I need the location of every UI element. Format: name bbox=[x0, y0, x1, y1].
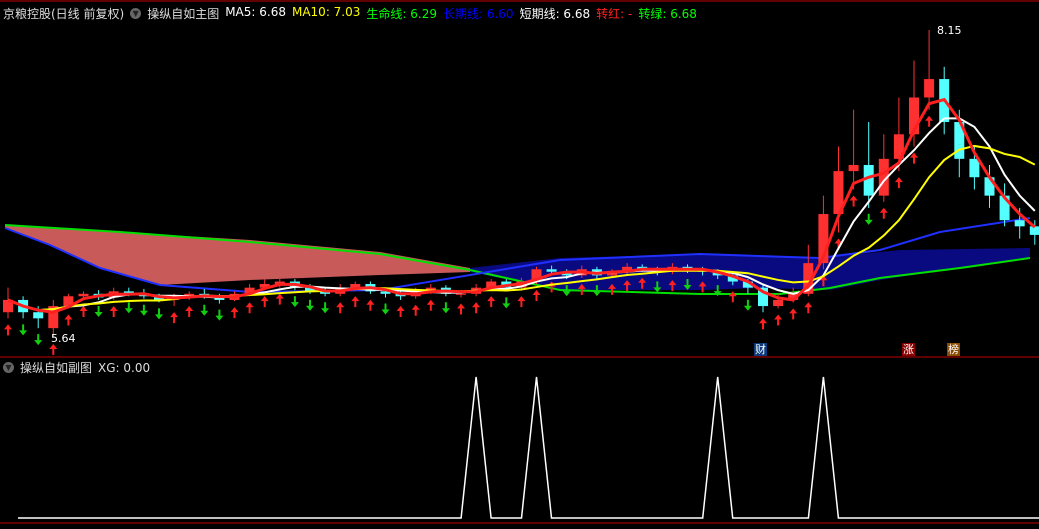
buy-arrow-icon bbox=[4, 324, 12, 336]
buy-arrow-icon bbox=[426, 299, 435, 311]
high-price-label: 8.15 bbox=[937, 24, 962, 37]
sell-arrow-icon bbox=[864, 213, 873, 225]
buy-arrow-icon bbox=[849, 195, 858, 207]
buy-arrow-icon bbox=[396, 305, 405, 317]
sell-arrow-icon bbox=[94, 305, 103, 317]
red-band bbox=[5, 225, 470, 285]
buy-arrow-icon bbox=[336, 302, 345, 314]
candle-body[interactable] bbox=[848, 164, 859, 172]
buy-arrow-icon bbox=[789, 308, 798, 320]
candle-body[interactable] bbox=[78, 293, 89, 297]
candle-body[interactable] bbox=[546, 269, 557, 272]
candle-body[interactable] bbox=[773, 299, 784, 307]
buy-arrow-icon bbox=[728, 291, 737, 303]
buy-arrow-icon bbox=[245, 302, 254, 314]
limit-up-marker[interactable]: 涨 bbox=[902, 343, 915, 356]
buy-arrow-icon bbox=[170, 312, 179, 324]
buy-arrow-icon bbox=[759, 318, 767, 330]
buy-arrow-icon bbox=[64, 314, 73, 326]
buy-arrow-icon bbox=[894, 177, 903, 189]
candle-body[interactable] bbox=[456, 293, 466, 295]
buy-arrow-icon bbox=[804, 302, 813, 314]
candle-body[interactable] bbox=[863, 164, 874, 196]
buy-arrow-icon bbox=[366, 299, 375, 311]
sell-arrow-icon bbox=[321, 302, 330, 314]
sell-arrow-icon bbox=[441, 302, 450, 314]
ranking-marker[interactable]: 榜 bbox=[947, 343, 960, 356]
buy-arrow-icon bbox=[472, 302, 481, 314]
buy-arrow-icon bbox=[260, 296, 269, 308]
sell-arrow-icon bbox=[743, 299, 752, 311]
buy-arrow-icon bbox=[487, 296, 496, 308]
sell-arrow-icon bbox=[34, 334, 43, 346]
low-price-label: 5.64 bbox=[51, 332, 76, 345]
buy-arrow-icon bbox=[457, 303, 465, 315]
sell-arrow-icon bbox=[502, 297, 511, 309]
finance-marker[interactable]: 财 bbox=[754, 343, 767, 356]
sell-arrow-icon bbox=[290, 296, 299, 308]
buy-arrow-icon bbox=[275, 293, 284, 305]
buy-arrow-icon bbox=[79, 305, 88, 317]
sell-arrow-icon bbox=[200, 304, 209, 316]
buy-arrow-icon bbox=[411, 304, 420, 316]
buy-arrow-icon bbox=[351, 296, 360, 308]
price-chart[interactable] bbox=[0, 0, 1039, 529]
sell-arrow-icon bbox=[215, 309, 224, 321]
buy-arrow-icon bbox=[185, 305, 194, 317]
sell-arrow-icon bbox=[306, 299, 314, 311]
candle-body[interactable] bbox=[33, 312, 44, 319]
candle-body[interactable] bbox=[969, 158, 980, 178]
buy-arrow-icon bbox=[230, 307, 239, 319]
xg-line bbox=[18, 376, 1039, 519]
sell-arrow-icon bbox=[19, 324, 28, 336]
buy-arrow-icon bbox=[49, 343, 58, 355]
candle-body[interactable] bbox=[924, 79, 935, 98]
buy-arrow-icon bbox=[532, 289, 541, 301]
sell-arrow-icon bbox=[381, 303, 390, 315]
buy-arrow-icon bbox=[774, 314, 783, 326]
buy-arrow-icon bbox=[109, 305, 118, 317]
candle-body[interactable] bbox=[1014, 220, 1025, 227]
sell-arrow-icon bbox=[155, 308, 163, 320]
buy-arrow-icon bbox=[517, 296, 526, 308]
candle-body[interactable] bbox=[1029, 226, 1039, 235]
sell-arrow-icon bbox=[139, 304, 148, 316]
sell-arrow-icon bbox=[124, 302, 133, 314]
buy-arrow-icon bbox=[879, 207, 888, 219]
buy-arrow-icon bbox=[925, 115, 934, 127]
